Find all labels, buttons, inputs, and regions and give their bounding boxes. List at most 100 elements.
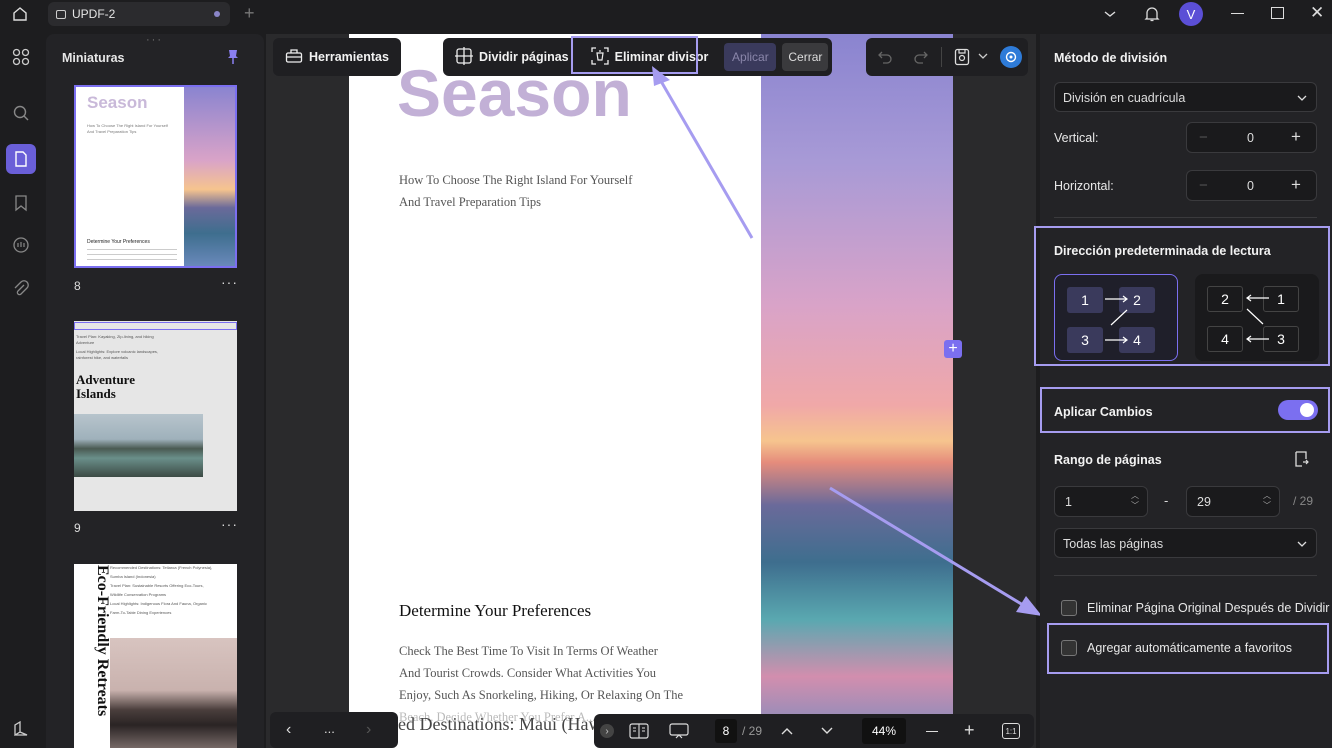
close-icon[interactable]: ✕: [1310, 3, 1324, 23]
divider: [1054, 575, 1317, 576]
thumbnails-panel: ··· Miniaturas Season How To Choose The …: [46, 34, 264, 748]
zoom-input[interactable]: 44%: [862, 718, 906, 744]
thumb-section: Determine Your Preferences: [87, 239, 150, 245]
split-settings-panel: Método de división División en cuadrícul…: [1034, 34, 1332, 748]
thumbnail-page-8[interactable]: Season How To Choose The Right Island Fo…: [74, 85, 237, 268]
thumb-more-button[interactable]: ···: [221, 516, 238, 532]
document-icon: [56, 9, 66, 19]
range-from-value: 1: [1065, 495, 1072, 509]
page-number-input[interactable]: 8: [715, 719, 737, 743]
expand-icon[interactable]: ›: [600, 724, 614, 738]
thumb-line: Wildlife Conservation Programs: [110, 592, 167, 597]
home-icon[interactable]: [10, 4, 30, 24]
thumb-line: Sumba Island (Indonesia): [110, 574, 156, 579]
document-tab[interactable]: UPDF-2: [48, 2, 230, 26]
presentation-icon[interactable]: [668, 722, 690, 740]
page-range-icon[interactable]: [1292, 450, 1310, 468]
minimize-icon[interactable]: [1231, 13, 1244, 14]
chevron-up-icon[interactable]: [778, 722, 796, 740]
add-favorites-checkbox[interactable]: [1061, 640, 1077, 656]
prev-page-icon[interactable]: ‹: [286, 721, 291, 739]
toolbox-icon: [285, 48, 303, 67]
thumbnail-page-10[interactable]: Eco-Friendly Retreats Recommended Destin…: [74, 564, 237, 748]
thumb-more-button[interactable]: ···: [221, 274, 238, 290]
zoom-out-icon[interactable]: [926, 731, 938, 733]
thumb-page-number: 8: [74, 279, 81, 293]
pages-select[interactable]: Todas las páginas: [1054, 528, 1317, 558]
thumb-page-number-9: 9: [74, 521, 81, 535]
split-pages-button[interactable]: Dividir páginas: [447, 42, 577, 72]
two-page-view-icon[interactable]: [628, 722, 650, 740]
spinner-icon[interactable]: ︿ ﹀: [1263, 491, 1271, 511]
thumb-heading: Eco-Friendly Retreats: [94, 565, 111, 717]
undo-icon[interactable]: [876, 48, 894, 66]
chevron-down-icon[interactable]: [1100, 5, 1120, 23]
page-photo: [761, 34, 953, 748]
maximize-icon[interactable]: [1271, 7, 1284, 19]
redo-icon[interactable]: [912, 48, 930, 66]
thumb-subtitle: How To Choose The Right Island For Yours…: [87, 123, 168, 128]
thumb-line: Recommended Destinations: Tetiaroa (Fren…: [110, 565, 213, 570]
search-icon[interactable]: [8, 100, 34, 126]
decrement-icon[interactable]: −: [1199, 177, 1208, 194]
method-value: División en cuadrícula: [1063, 91, 1186, 105]
annotation-arrow: [652, 66, 754, 239]
range-from-input[interactable]: 1 ︿ ﹀: [1054, 486, 1148, 517]
bell-icon[interactable]: [1142, 4, 1162, 24]
thumb-heading: Adventure Islands: [76, 372, 135, 401]
chevron-down-icon: [1296, 92, 1308, 104]
unsaved-dot-icon: [214, 11, 220, 17]
apps-grid-icon[interactable]: [8, 44, 34, 70]
chevron-down-icon[interactable]: [977, 50, 989, 62]
close-button[interactable]: Cerrar: [782, 43, 829, 71]
more-options-button[interactable]: ...: [324, 721, 335, 736]
toggle-knob: [1300, 403, 1314, 417]
drag-handle[interactable]: ···: [146, 34, 163, 46]
horizontal-value[interactable]: 0: [1247, 179, 1254, 193]
history-toolbar: [866, 38, 1028, 76]
vertical-stepper[interactable]: − 0 +: [1186, 122, 1317, 153]
page-range-label: Rango de páginas: [1054, 453, 1162, 467]
thumb-line: Adventure: [76, 340, 95, 345]
thumb-image: [74, 414, 203, 477]
range-total: / 29: [1293, 494, 1314, 508]
add-divider-button[interactable]: +: [944, 340, 962, 358]
thumbnail-page-9[interactable]: Travel Plan: Kayaking, Zip-lining, and h…: [74, 321, 237, 511]
attachment-icon[interactable]: [8, 276, 34, 302]
range-to-input[interactable]: 29 ︿ ﹀: [1186, 486, 1280, 517]
zoom-in-icon[interactable]: +: [964, 720, 975, 741]
method-select[interactable]: División en cuadrícula: [1054, 82, 1317, 112]
vertical-value[interactable]: 0: [1247, 131, 1254, 145]
spinner-icon[interactable]: ︿ ﹀: [1131, 491, 1139, 511]
thumb-line: Travel Plan: Kayaking, Zip-lining, and h…: [76, 334, 154, 339]
actual-size-icon[interactable]: 1:1: [1002, 723, 1020, 739]
title-bar: UPDF-2 + V ✕: [0, 0, 1332, 28]
ai-assistant-icon[interactable]: [1000, 46, 1022, 68]
apply-changes-toggle[interactable]: [1278, 400, 1318, 420]
tools-button[interactable]: Herramientas: [277, 42, 397, 72]
page-subtitle: How To Choose The Right Island For Yours…: [399, 173, 633, 187]
range-separator: -: [1164, 493, 1169, 508]
layers-icon[interactable]: [8, 716, 34, 742]
increment-icon[interactable]: +: [1291, 127, 1301, 147]
pin-icon[interactable]: [226, 49, 240, 65]
delete-original-checkbox[interactable]: [1061, 600, 1077, 616]
highlight-direction: [1034, 226, 1330, 366]
pages-select-value: Todas las páginas: [1063, 537, 1164, 551]
save-icon[interactable]: [952, 47, 972, 67]
chevron-down-icon[interactable]: [818, 722, 836, 740]
comment-icon[interactable]: [8, 232, 34, 258]
next-page-icon[interactable]: ›: [366, 721, 371, 739]
page-body-line: And Tourist Crowds. Consider What Activi…: [399, 666, 657, 680]
thumbnails-icon[interactable]: [6, 144, 36, 174]
decrement-icon[interactable]: −: [1199, 129, 1208, 146]
thumb-heading: Season: [87, 93, 148, 112]
new-tab-icon[interactable]: +: [244, 3, 255, 24]
page-nav-bar: ‹ ... ›: [270, 712, 398, 748]
bookmark-icon[interactable]: [8, 190, 34, 216]
thumb-line: Travel Plan: Sustainable Resorts Offerin…: [110, 583, 204, 588]
increment-icon[interactable]: +: [1291, 175, 1301, 195]
tools-label: Herramientas: [309, 50, 389, 64]
avatar[interactable]: V: [1179, 2, 1203, 26]
horizontal-stepper[interactable]: − 0 +: [1186, 170, 1317, 201]
